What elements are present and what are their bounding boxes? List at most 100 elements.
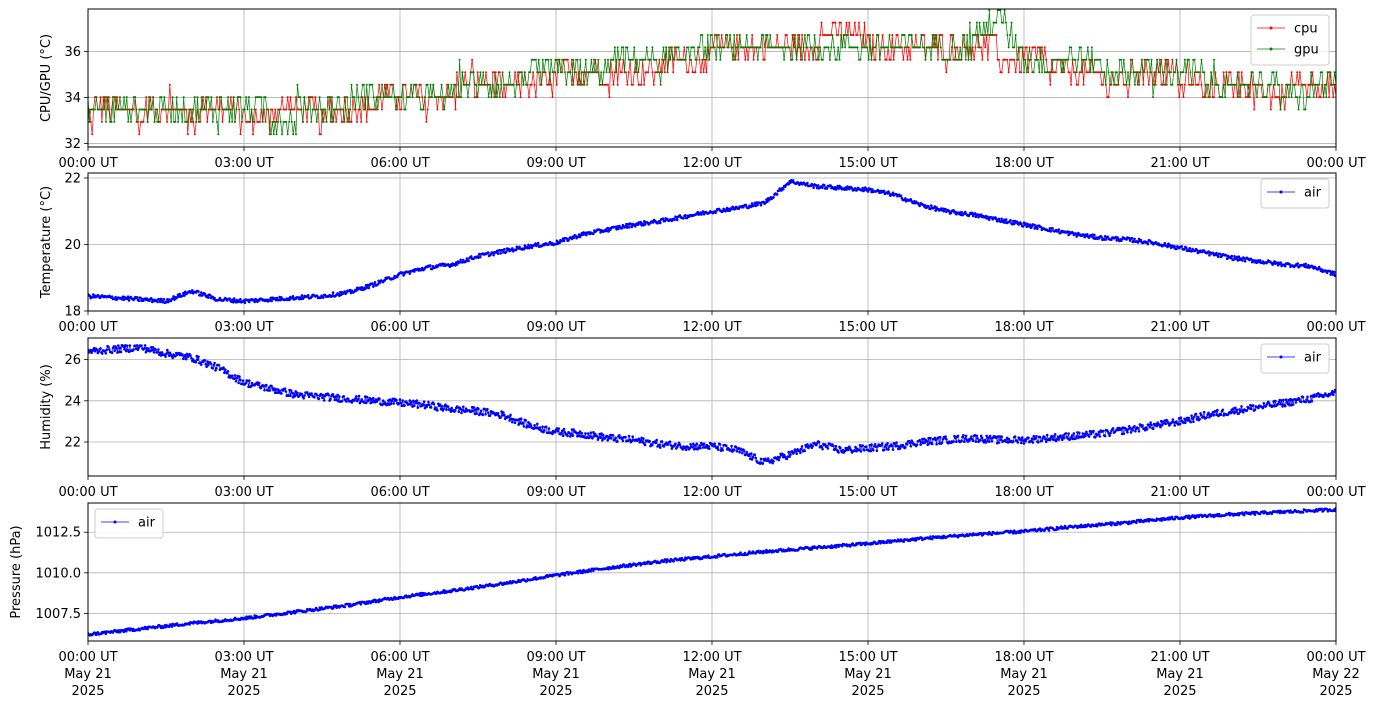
data-point bbox=[536, 71, 538, 73]
data-point bbox=[158, 121, 160, 123]
data-point bbox=[534, 84, 536, 86]
data-point bbox=[106, 96, 108, 98]
data-point bbox=[1041, 71, 1043, 73]
data-point bbox=[714, 46, 716, 48]
data-point bbox=[1284, 405, 1287, 408]
data-point bbox=[587, 432, 590, 435]
x-tick-label-line: 21:00 UT bbox=[1150, 650, 1209, 665]
data-point bbox=[708, 59, 710, 61]
data-point bbox=[730, 46, 732, 48]
data-point bbox=[707, 445, 710, 448]
x-tick-label-line: May 21 bbox=[1000, 667, 1048, 682]
data-point bbox=[1288, 96, 1290, 98]
data-point bbox=[475, 84, 477, 86]
data-point bbox=[145, 96, 147, 98]
data-point bbox=[197, 290, 200, 293]
data-point bbox=[344, 121, 346, 123]
data-point bbox=[449, 96, 451, 98]
data-point bbox=[1238, 96, 1240, 98]
data-point bbox=[227, 370, 230, 373]
data-point bbox=[1140, 71, 1142, 73]
x-tick-label-line: May 21 bbox=[688, 667, 736, 682]
data-point bbox=[224, 368, 227, 371]
data-point bbox=[240, 133, 242, 135]
data-point bbox=[416, 399, 419, 402]
data-point bbox=[231, 121, 233, 123]
data-point bbox=[1063, 71, 1065, 73]
data-point bbox=[987, 59, 989, 61]
data-point bbox=[1259, 259, 1262, 262]
data-point bbox=[736, 450, 739, 453]
data-point bbox=[960, 211, 963, 214]
data-point bbox=[699, 59, 701, 61]
data-point bbox=[857, 34, 859, 36]
data-point bbox=[1197, 416, 1200, 419]
data-point bbox=[505, 251, 508, 254]
data-point bbox=[464, 71, 466, 73]
data-point bbox=[696, 443, 699, 446]
data-point bbox=[591, 437, 594, 440]
data-point bbox=[685, 59, 687, 61]
data-point bbox=[1133, 425, 1136, 428]
data-point bbox=[1189, 421, 1192, 424]
data-point bbox=[874, 443, 877, 446]
data-point bbox=[859, 34, 861, 36]
legend-swatch-marker bbox=[1270, 48, 1273, 51]
data-point bbox=[846, 22, 848, 24]
data-point bbox=[920, 34, 922, 36]
data-point bbox=[423, 109, 425, 111]
data-point bbox=[563, 428, 566, 431]
data-point bbox=[574, 71, 576, 73]
data-point bbox=[380, 96, 382, 98]
data-point bbox=[1171, 84, 1173, 86]
data-point bbox=[827, 447, 830, 450]
data-point bbox=[991, 440, 994, 443]
x-tick-label: 09:00 UTMay 212025 bbox=[526, 650, 585, 699]
data-point bbox=[212, 364, 215, 367]
data-point bbox=[1254, 408, 1257, 411]
data-point bbox=[812, 186, 815, 189]
data-point bbox=[613, 84, 615, 86]
data-point bbox=[776, 34, 778, 36]
data-point bbox=[1270, 109, 1272, 111]
data-point bbox=[1026, 71, 1028, 73]
data-point bbox=[326, 121, 328, 123]
data-point bbox=[1241, 71, 1243, 73]
data-point bbox=[590, 59, 592, 61]
x-tick-label-line: 18:00 UT bbox=[994, 485, 1053, 500]
x-tick-label-line: May 22 bbox=[1312, 667, 1360, 682]
data-point bbox=[468, 84, 470, 86]
data-point bbox=[251, 109, 253, 111]
data-point bbox=[1161, 424, 1164, 427]
data-point bbox=[1166, 59, 1168, 61]
x-tick-label-line: May 21 bbox=[532, 667, 580, 682]
data-point bbox=[301, 109, 303, 111]
data-point bbox=[1313, 96, 1315, 98]
y-tick-label: 18 bbox=[64, 305, 81, 320]
data-point bbox=[606, 439, 609, 442]
data-point bbox=[390, 402, 393, 405]
data-point bbox=[795, 452, 798, 455]
y-tick-label: 32 bbox=[64, 137, 81, 152]
data-point bbox=[107, 346, 110, 349]
data-point bbox=[216, 96, 218, 98]
data-point bbox=[1249, 84, 1251, 86]
data-point bbox=[277, 121, 279, 123]
data-point bbox=[1029, 46, 1031, 48]
data-point bbox=[883, 190, 886, 193]
data-point bbox=[1141, 424, 1144, 427]
data-point bbox=[152, 96, 154, 98]
y-tick-label: 22 bbox=[64, 171, 81, 186]
data-point bbox=[327, 394, 330, 397]
data-point bbox=[187, 121, 189, 123]
data-point bbox=[899, 447, 902, 450]
data-point bbox=[1044, 46, 1046, 48]
data-point bbox=[1126, 84, 1128, 86]
data-point bbox=[288, 121, 290, 123]
data-point bbox=[904, 446, 907, 449]
data-point bbox=[227, 96, 229, 98]
data-point bbox=[647, 71, 649, 73]
data-point bbox=[1069, 71, 1071, 73]
chart-svg: 00:00 UT03:00 UT06:00 UT09:00 UT12:00 UT… bbox=[0, 0, 1377, 707]
data-point bbox=[679, 443, 682, 446]
